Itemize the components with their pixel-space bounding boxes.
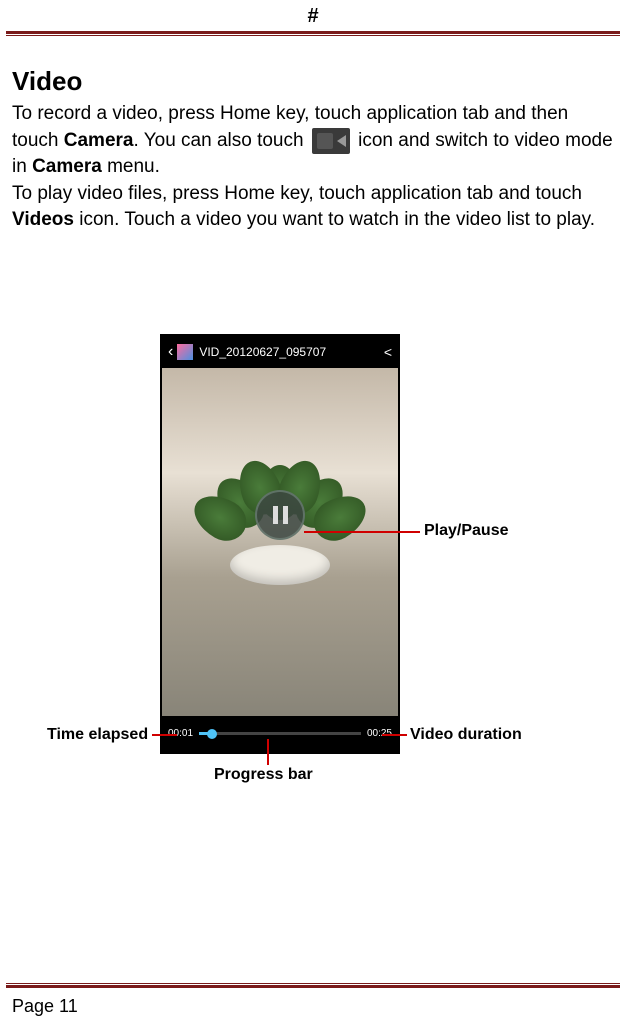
header-symbol: #: [307, 5, 318, 27]
pot-graphic: [230, 545, 330, 585]
back-icon: ‹: [168, 343, 173, 361]
figure-area: ‹ VID_20120627_095707 <: [12, 334, 614, 854]
gallery-icon: [177, 344, 193, 360]
phone-top-bar: ‹ VID_20120627_095707 <: [162, 336, 398, 368]
pause-icon: [273, 506, 288, 524]
annotation-line: [382, 734, 407, 736]
annotation-line: [304, 531, 420, 533]
body-paragraph-2: To play video files, press Home key, tou…: [12, 181, 614, 234]
text-fragment: . You can also touch: [133, 130, 308, 151]
progress-thumb: [207, 729, 217, 739]
progress-track: [199, 732, 361, 735]
videos-bold: Videos: [12, 209, 74, 230]
camera-bold-2: Camera: [32, 156, 102, 177]
footer: Page 11: [0, 983, 626, 1031]
content-area: Video To record a video, press Home key,…: [0, 36, 626, 864]
text-fragment: icon. Touch a video you want to watch in…: [74, 209, 595, 230]
page-number: Page 11: [0, 988, 626, 1031]
text-fragment: To play video files, press Home key, tou…: [12, 183, 582, 204]
share-icon: <: [384, 344, 392, 360]
phone-screenshot: ‹ VID_20120627_095707 <: [160, 334, 400, 754]
annotation-line: [152, 734, 177, 736]
page-header: #: [0, 0, 626, 31]
video-camera-icon: [312, 128, 350, 154]
annotation-progress-bar: Progress bar: [214, 766, 313, 784]
progress-bar-area: 00:01 00:25: [162, 716, 398, 752]
video-frame: [162, 368, 398, 718]
annotation-video-duration: Video duration: [410, 726, 522, 744]
annotation-line: [267, 739, 269, 765]
annotation-time-elapsed: Time elapsed: [47, 726, 148, 744]
body-paragraph-1: To record a video, press Home key, touch…: [12, 101, 614, 181]
annotation-play-pause: Play/Pause: [424, 522, 509, 540]
video-filename: VID_20120627_095707: [199, 345, 383, 359]
camera-bold-1: Camera: [64, 130, 134, 151]
section-title: Video: [12, 66, 614, 97]
play-pause-button: [255, 490, 305, 540]
text-fragment: menu.: [102, 156, 160, 177]
